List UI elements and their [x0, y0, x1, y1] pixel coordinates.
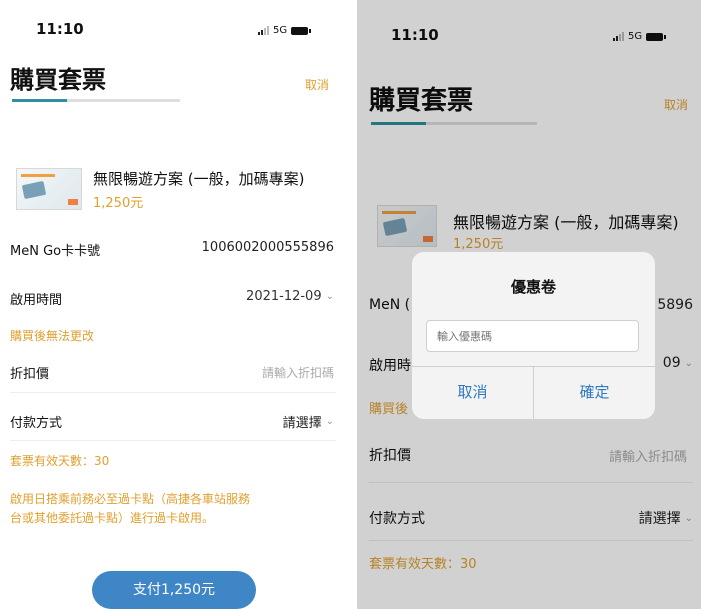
- dialog-confirm-button[interactable]: 確定: [534, 366, 655, 419]
- payment-method-select[interactable]: 請選擇 ⌄: [283, 412, 334, 431]
- notice-text: 啟用日搭乘前務必至過卡點（高捷各車站服務 台或其他委託過卡點）進行過卡啟用。: [10, 490, 250, 528]
- dialog-cancel-button[interactable]: 取消: [412, 366, 533, 419]
- coupon-code-input[interactable]: [426, 320, 639, 352]
- notice-line: 啟用日搭乘前務必至過卡點（高捷各車站服務: [10, 492, 251, 506]
- product-price: 1,250元: [93, 196, 144, 211]
- network-label: 5G: [273, 25, 288, 36]
- ticket-card-image: [16, 168, 82, 210]
- status-indicators: 5G: [258, 25, 312, 36]
- battery-icon: [291, 26, 312, 35]
- phone-screen-purchase: 11:10 5G 購買套票 取消 無限暢遊方案 (一般，加碼專案) 1,250元…: [0, 0, 348, 609]
- chevron-down-icon: ⌄: [325, 291, 334, 302]
- payment-label: 付款方式: [10, 416, 63, 431]
- phone-screen-coupon-dialog: 11:10 5G 購買套票 取消 無限暢遊方案 (一般，加碼專案) 1,250元…: [357, 0, 701, 609]
- start-date-select[interactable]: 2021-12-09 ⌄: [246, 289, 334, 304]
- page-title: 購買套票: [10, 66, 106, 94]
- payment-method-value: 請選擇: [282, 416, 322, 431]
- start-date-value: 2021-12-09: [246, 289, 322, 304]
- pay-button[interactable]: 支付1,250元: [92, 571, 256, 609]
- discount-label: 折扣價: [10, 367, 50, 382]
- card-number-label: MeN Go卡卡號: [10, 244, 101, 259]
- valid-days: 套票有效天數：30: [10, 454, 110, 468]
- divider: [10, 392, 336, 393]
- divider: [10, 440, 336, 441]
- progress-bar: [12, 99, 180, 102]
- status-time: 11:10: [36, 20, 84, 38]
- coupon-dialog: 優惠卷 取消 確定: [412, 252, 655, 419]
- start-date-note: 購買後無法更改: [10, 329, 95, 343]
- start-date-label: 啟用時間: [10, 293, 63, 308]
- progress-fill: [12, 99, 68, 102]
- chevron-down-icon: ⌄: [325, 416, 334, 427]
- notice-line: 台或其他委託過卡點）進行過卡啟用。: [10, 511, 215, 525]
- card-number-value: 1006002000555896: [201, 240, 334, 255]
- signal-icon: [258, 26, 269, 35]
- dialog-title: 優惠卷: [510, 278, 556, 296]
- cancel-link[interactable]: 取消: [305, 76, 329, 93]
- discount-code-input[interactable]: 請輸入折扣碼: [262, 364, 334, 381]
- product-name: 無限暢遊方案 (一般，加碼專案): [93, 170, 305, 188]
